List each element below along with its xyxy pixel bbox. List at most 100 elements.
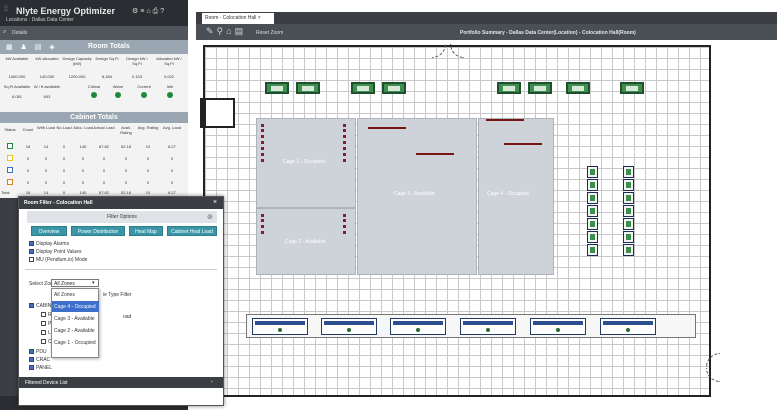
rack[interactable] [566,82,590,94]
zone-option[interactable]: Cage 3 - Available [52,313,99,324]
rack[interactable] [265,82,289,94]
filtered-device-list-label: Filtered Device List [25,380,68,386]
cabinet-row[interactable] [368,127,406,129]
col-header: With Load [37,125,56,130]
tab-heat-map[interactable]: Heat Map [129,226,163,236]
cabinet-row[interactable] [504,143,542,145]
cage-2[interactable]: Cage 2 - Available [256,208,356,275]
sub-option-checkbox[interactable] [41,330,46,335]
rack[interactable] [530,318,586,335]
reset-zoom-button[interactable]: Reset Zoom [256,30,283,36]
zone-option[interactable]: All Zones [52,289,99,300]
cage-label: Cage 4 - Occupied [487,191,529,197]
rack[interactable] [620,82,644,94]
toolbar-icons[interactable]: ▦ ♟ ▤ ◈ [6,43,58,51]
rack[interactable] [587,218,598,230]
tab-power-distribution[interactable]: Power Distribution [71,226,125,236]
sub-option-checkbox[interactable] [41,339,46,344]
cage-1[interactable]: Cage 1 - Occupied [256,118,356,208]
col-header: Status [4,127,16,132]
zone-option[interactable]: Cage 4 - Occupied [52,301,99,312]
rack[interactable] [623,205,634,217]
rack[interactable] [623,179,634,191]
rack[interactable] [623,192,634,204]
close-icon[interactable]: × [213,199,217,206]
mu-mode-checkbox[interactable] [29,257,34,262]
filter-icon[interactable]: ⚲ [217,26,227,36]
sub-option-checkbox[interactable] [41,312,46,317]
layers-icon[interactable]: ▤ [235,26,247,36]
tab-room-label: Room - Colocation Hall [205,15,257,21]
rack[interactable] [351,82,375,94]
type-filter-label: ie Type Filter [103,292,132,298]
rack[interactable] [528,82,552,94]
rack[interactable] [587,192,598,204]
zone-select[interactable]: All Zones ▾ [51,279,99,287]
toolbar-icon-group[interactable]: ✎⚲⌂▤ [206,26,246,37]
rack[interactable] [623,244,634,256]
edit-icon[interactable]: ✎ [206,26,217,36]
rack[interactable] [623,231,634,243]
grid-icon: ⁞⁞ [4,6,8,13]
tab-room[interactable]: Room - Colocation Hall × [202,13,274,24]
header-icons[interactable]: ⚙≡⌂⎙? [132,7,166,16]
rack[interactable] [460,318,516,335]
tab-overview[interactable]: Overview [31,226,67,236]
rack[interactable] [587,205,598,217]
cell-value: 8.27 [168,144,176,149]
cabinet-row[interactable] [343,124,346,162]
pdu-checkbox[interactable] [29,349,34,354]
cabinet-row[interactable] [343,214,346,234]
crac-checkbox[interactable] [29,357,34,362]
cell-value: 1200.000 [68,74,86,79]
filtered-device-list-bar[interactable]: Filtered Device List › [19,377,223,388]
zone-option[interactable]: Cage 2 - Available [52,325,99,336]
rack[interactable] [296,82,320,94]
zone-option[interactable]: Cage 1 - Occupied [52,337,99,348]
status-dot [167,92,173,98]
cage-3[interactable]: Cage 3 - Available [357,118,477,275]
rack[interactable] [587,244,598,256]
rack[interactable] [587,179,598,191]
home-icon[interactable]: ⌂ [226,26,234,36]
display-alarms-checkbox[interactable] [29,241,34,246]
rack[interactable] [623,166,634,178]
cabinet-row[interactable] [416,153,454,155]
rack[interactable] [252,318,308,335]
rack[interactable] [321,318,377,335]
filter-options-header: Filter Options [27,211,217,223]
cell-value: 0 [62,180,66,185]
cabinet-row[interactable] [261,124,264,162]
search-icon[interactable]: ⌕ [3,29,6,36]
rack[interactable] [600,318,656,335]
cell-value: 0 [124,180,128,185]
collapse-icon[interactable]: ⊘ [207,213,213,221]
app-title: Nlyte Energy Optimizer [16,6,116,16]
cell-value: 52.18 [120,144,131,149]
close-icon[interactable]: × [258,15,261,21]
panel-checkbox[interactable] [29,365,34,370]
rack[interactable] [497,82,521,94]
zone-dropdown-menu: All Zones Cage 4 - Occupied Cage 3 - Ava… [51,288,99,358]
col-header: Design Capacity (kW) [62,56,92,66]
col-header: kW allocated [35,56,59,61]
rack[interactable] [390,318,446,335]
tab-cabinet-heat-load[interactable]: Cabinet Heat Load [167,226,217,236]
help-icon[interactable]: ? [160,8,166,15]
rack[interactable] [587,231,598,243]
search-row[interactable]: ⌕ Details [0,26,188,40]
cabinet-row[interactable] [261,214,264,234]
pdu-label: PDU [36,349,47,355]
rack[interactable] [587,166,598,178]
rack[interactable] [623,218,634,230]
sub-option-checkbox[interactable] [41,321,46,326]
cabinet-checkbox[interactable] [29,303,34,308]
cabinet-row[interactable] [486,119,524,121]
display-point-values-checkbox[interactable] [29,249,34,254]
cage-4[interactable]: Cage 4 - Occupied [478,118,554,275]
rack[interactable] [382,82,406,94]
col-header: Critical [87,84,101,89]
cell-value: 0 [26,156,30,161]
status-square [7,155,13,161]
col-header: Alloc. Load [73,125,93,130]
